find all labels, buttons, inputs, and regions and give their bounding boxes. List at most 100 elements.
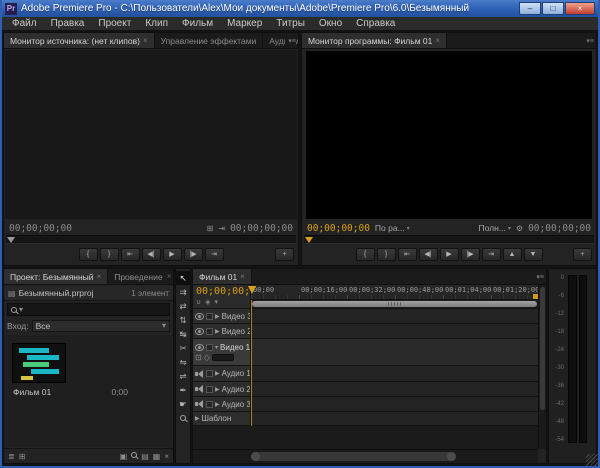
tab-program-monitor[interactable]: Монитор программы: Фильм 01 × xyxy=(302,33,448,48)
timeline-timecode[interactable]: 00;00;00;00 xyxy=(196,286,262,297)
playhead-caret[interactable] xyxy=(248,286,256,294)
speaker-icon[interactable] xyxy=(195,385,204,393)
rolling-edit-tool[interactable]: ⇅ xyxy=(176,313,190,327)
source-playhead-caret[interactable] xyxy=(7,237,15,243)
titlebar[interactable]: Pr Adobe Premiere Pro - C:\Пользователи\… xyxy=(2,0,598,17)
menu-sequence[interactable]: Фильм xyxy=(175,17,220,30)
tab-sequence[interactable]: Фильм 01 × xyxy=(193,269,252,284)
maximize-button[interactable]: □ xyxy=(542,2,564,15)
source-go-to-in-button[interactable]: ⇤ xyxy=(120,247,140,261)
new-bin-icon[interactable]: ▤ xyxy=(141,452,149,461)
track-select-tool[interactable]: ⇉ xyxy=(176,285,190,299)
list-item[interactable]: Фильм 01 0;00 xyxy=(13,387,128,397)
search-input[interactable]: ▾ xyxy=(7,303,170,316)
track-lane-audio1[interactable] xyxy=(251,366,538,381)
tab-media-browser[interactable]: Проведение xyxy=(108,269,170,284)
source-button-editor[interactable]: + xyxy=(275,248,294,261)
source-step-forward-button[interactable]: |▶ xyxy=(183,247,203,261)
expand-icon[interactable]: ▶ xyxy=(195,415,200,422)
zoom-tool[interactable] xyxy=(176,411,190,425)
expand-icon[interactable]: ▶ xyxy=(215,401,220,408)
tab-close-icon[interactable]: × xyxy=(143,36,148,45)
lock-icon[interactable] xyxy=(206,370,213,377)
slip-tool[interactable]: ⇋ xyxy=(176,355,190,369)
timeline-ruler[interactable]: 00;00 00;00;16;00 00;00;32;00 00;00;48;0… xyxy=(251,285,538,300)
program-current-timecode[interactable]: 00;00;00;00 xyxy=(307,223,370,234)
automate-to-sequence-icon[interactable]: ▣ xyxy=(120,452,128,461)
program-step-forward-button[interactable]: |▶ xyxy=(460,247,480,261)
lock-icon[interactable] xyxy=(206,343,213,351)
collapse-icon[interactable]: ▾ xyxy=(215,344,218,351)
marker-icon[interactable]: ◈ xyxy=(205,298,210,306)
ripple-edit-tool[interactable]: ⇄ xyxy=(176,299,190,313)
pen-tool[interactable]: ✒ xyxy=(176,383,190,397)
program-mark-out-button[interactable]: } xyxy=(376,247,396,261)
scrollbar-thumb[interactable] xyxy=(540,287,545,410)
fit-dropdown[interactable]: По ра... ▾ xyxy=(375,223,410,233)
program-go-to-in-button[interactable]: ⇤ xyxy=(397,247,417,261)
tab-overflow-icon[interactable]: » xyxy=(164,273,171,280)
selection-tool[interactable]: ↖ xyxy=(176,271,190,285)
wrench-icon[interactable]: ⚙ xyxy=(516,224,523,233)
source-play-button[interactable]: ▶ xyxy=(162,247,182,261)
eye-icon[interactable] xyxy=(195,327,204,335)
expand-icon[interactable]: ▶ xyxy=(215,370,220,377)
lock-icon[interactable] xyxy=(206,312,213,320)
program-lift-button[interactable]: ▲ xyxy=(502,247,522,261)
tab-close-icon[interactable]: × xyxy=(435,36,440,45)
lock-icon[interactable] xyxy=(206,327,213,335)
zoom-scrollbar-thumb[interactable] xyxy=(251,452,456,461)
track-lane-audio3[interactable] xyxy=(251,397,538,411)
delete-icon[interactable]: × xyxy=(164,452,169,461)
program-go-to-out-button[interactable]: ⇥ xyxy=(481,247,501,261)
keyframes-icon[interactable]: ◇ xyxy=(204,353,210,362)
track-lane-video1[interactable] xyxy=(251,339,538,365)
keyframe-dropdown[interactable] xyxy=(211,353,234,361)
tab-project[interactable]: Проект: Безымянный × xyxy=(4,269,109,284)
expand-icon[interactable]: ▶ xyxy=(215,386,220,393)
program-play-button[interactable]: ▶ xyxy=(439,247,459,261)
menu-marker[interactable]: Маркер xyxy=(220,17,269,30)
list-view-icon[interactable]: ≣ xyxy=(8,452,15,461)
tab-close-icon[interactable]: × xyxy=(240,272,245,281)
close-button[interactable]: × xyxy=(565,2,595,15)
menu-titles[interactable]: Титры xyxy=(269,17,312,30)
panel-menu-icon[interactable]: ▾≡ xyxy=(533,273,544,281)
program-extract-button[interactable]: ▼ xyxy=(523,247,543,261)
rate-stretch-tool[interactable]: ↹ xyxy=(176,327,190,341)
resize-grip[interactable] xyxy=(586,454,598,466)
program-scrubber[interactable] xyxy=(304,235,594,244)
hand-tool[interactable]: ☛ xyxy=(176,397,190,411)
menu-project[interactable]: Проект xyxy=(91,17,138,30)
timeline-vertical-scrollbar[interactable] xyxy=(538,285,546,449)
track-lane-video3[interactable] xyxy=(251,309,538,323)
speaker-icon[interactable] xyxy=(195,400,204,408)
project-items-area[interactable]: Фильм 01 0;00 xyxy=(5,335,172,447)
icon-view-icon[interactable]: ⊞ xyxy=(19,452,26,461)
menu-file[interactable]: Файл xyxy=(5,17,44,30)
program-button-editor[interactable]: + xyxy=(573,248,592,261)
sequence-thumbnail[interactable] xyxy=(12,343,66,383)
panel-menu-icon[interactable]: ▾≡ xyxy=(285,37,296,45)
settings-grid-icon[interactable]: ⊞ xyxy=(207,224,214,233)
new-item-icon[interactable]: ▦ xyxy=(153,452,161,461)
in-dropdown[interactable]: Все ▾ xyxy=(31,319,170,332)
resolution-dropdown[interactable]: Полн... ▾ xyxy=(479,223,511,233)
minimize-button[interactable]: – xyxy=(519,2,541,15)
menu-clip[interactable]: Клип xyxy=(138,17,175,30)
timeline-horizontal-scrollbar[interactable] xyxy=(193,449,538,463)
find-icon[interactable] xyxy=(131,451,138,458)
program-mark-in-button[interactable]: { xyxy=(355,247,375,261)
source-current-timecode[interactable]: 00;00;00;00 xyxy=(9,223,72,234)
razor-tool[interactable]: ✂ xyxy=(176,341,190,355)
program-playhead-caret[interactable] xyxy=(305,237,313,243)
source-scrubber[interactable] xyxy=(6,235,296,244)
panel-menu-icon[interactable]: ▾≡ xyxy=(583,37,594,45)
track-lane-audio2[interactable] xyxy=(251,382,538,396)
source-mark-out-button[interactable]: } xyxy=(99,247,119,261)
speaker-icon[interactable] xyxy=(195,369,204,378)
expand-icon[interactable]: ▶ xyxy=(215,313,220,320)
menu-help[interactable]: Справка xyxy=(349,17,402,30)
work-area-bar[interactable] xyxy=(252,301,537,307)
export-frame-icon[interactable]: ⇥ xyxy=(218,224,225,233)
